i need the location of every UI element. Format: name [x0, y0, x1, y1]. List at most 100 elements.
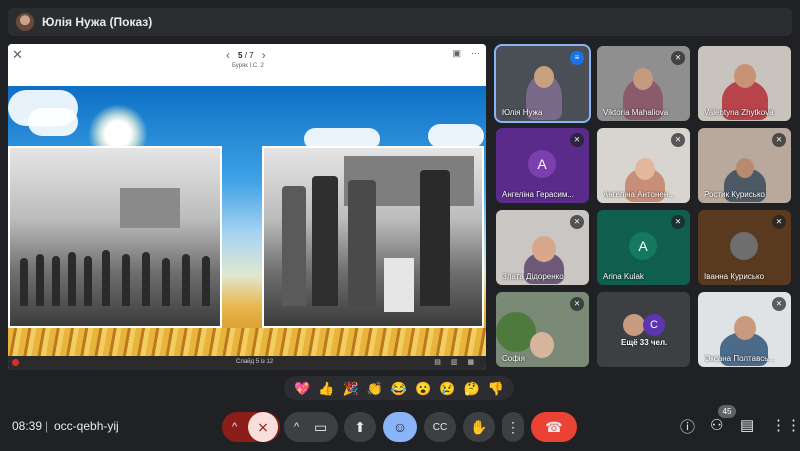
- participant-tile[interactable]: ⨯ Ростик Курисько: [698, 128, 791, 203]
- meet-window: Юлія Нужа (Показ) ✕ ‹ 5 / 7 › Буряк І.С.…: [0, 0, 800, 451]
- participant-name: Viktoria Mahaliova: [603, 108, 669, 117]
- presenter-avatar: [16, 13, 34, 31]
- reaction-thinking[interactable]: 🤔: [464, 382, 480, 395]
- layout-icon[interactable]: ▣: [452, 48, 461, 59]
- mic-off-icon: ⨯: [671, 133, 685, 147]
- harvester-shape: [120, 188, 180, 228]
- participant-tile[interactable]: Valentyna Zhytkova: [698, 46, 791, 121]
- participant-avatar: C: [643, 314, 665, 336]
- more-options-button[interactable]: ⋮: [502, 412, 524, 442]
- next-page-icon[interactable]: ›: [262, 48, 266, 62]
- page-navigator: ‹ 5 / 7 ›: [226, 48, 266, 62]
- mic-off-icon: ⨯: [671, 51, 685, 65]
- more-participants-tile[interactable]: C Ещё 33 чел.: [597, 292, 690, 367]
- reaction-surprised[interactable]: 😮: [415, 382, 431, 395]
- record-icon: [12, 359, 19, 366]
- raise-hand-button[interactable]: ✋: [463, 412, 495, 442]
- clock: 08:39: [12, 419, 43, 433]
- participant-name: Злата Дідоренко: [502, 272, 564, 281]
- mic-off-icon: ⨯: [772, 133, 786, 147]
- info-icon[interactable]: ⓘ: [680, 416, 695, 437]
- meeting-code: occ-qebh-yij: [54, 419, 119, 433]
- wheat-strip: [8, 328, 486, 356]
- historic-photo-left: [8, 146, 222, 328]
- page-indicator: 5 / 7: [238, 50, 254, 60]
- mic-off-icon: ⨯: [772, 215, 786, 229]
- participant-name: Ростик Курисько: [704, 190, 765, 199]
- participant-name: Іванна Курисько: [704, 272, 765, 281]
- speaking-icon: ≡: [570, 51, 584, 65]
- prev-page-icon[interactable]: ‹: [226, 48, 230, 62]
- participant-avatar: [623, 314, 645, 336]
- people-icon[interactable]: ⚇: [710, 416, 723, 434]
- reactions-bar: 💖 👍 🎉 👏 😂 😮 😢 🤔 👎: [284, 376, 514, 400]
- participant-name: Ангеліна Антонен...: [603, 190, 675, 199]
- more-vert-icon: ⋮: [506, 418, 520, 435]
- presentation-toolbar: ✕ ‹ 5 / 7 › Буряк І.С. 2 ▣ ⋯: [8, 44, 486, 82]
- view-tools[interactable]: ▤ ▥ ▦: [434, 358, 478, 366]
- more-options-icon[interactable]: ⋯: [471, 48, 480, 59]
- end-call-button[interactable]: ☎: [531, 412, 577, 442]
- end-call-icon: ☎: [545, 418, 563, 435]
- mic-off-icon: ⨯: [570, 215, 584, 229]
- emoji-icon: ☺: [392, 419, 408, 435]
- cloud-graphic: [28, 108, 78, 136]
- camera-icon[interactable]: ▭: [314, 419, 327, 436]
- participant-tile[interactable]: ⨯ Оксана Полтавсь...: [698, 292, 791, 367]
- hand-icon: ✋: [470, 418, 488, 435]
- mic-off-icon: ⨯: [671, 215, 685, 229]
- presenter-title: Юлія Нужа (Показ): [42, 15, 153, 29]
- close-icon[interactable]: ✕: [12, 47, 23, 63]
- chevron-up-icon[interactable]: ^: [294, 421, 299, 433]
- captions-icon: CC: [432, 421, 448, 433]
- reaction-sad[interactable]: 😢: [439, 382, 455, 395]
- reaction-thumbs-down[interactable]: 👎: [488, 382, 504, 395]
- reaction-thumbs-up[interactable]: 👍: [318, 382, 334, 395]
- participant-avatar: A: [528, 150, 556, 178]
- mic-off-icon: ⨯: [772, 297, 786, 311]
- captions-button[interactable]: CC: [424, 412, 456, 442]
- cloud-graphic: [428, 124, 484, 148]
- participant-name: Valentyna Zhytkova: [704, 108, 774, 117]
- footer-separator: |: [45, 419, 49, 433]
- participant-name: Оксана Полтавсь...: [704, 354, 776, 363]
- more-participants-label: Ещё 33 чел.: [621, 338, 668, 347]
- presentation-tools: ▣ ⋯: [452, 48, 480, 59]
- participant-avatar: [730, 232, 758, 260]
- participant-tile[interactable]: A ⨯ Arina Kulak: [597, 210, 690, 285]
- presentation-statusbar: Слайд 5 із 12 ▤ ▥ ▦: [8, 356, 486, 370]
- participant-avatar: A: [629, 232, 657, 260]
- participant-tile[interactable]: ⨯ Злата Дідоренко: [496, 210, 589, 285]
- presentation-subtitle: Буряк І.С. 2: [232, 63, 264, 69]
- chat-icon[interactable]: ▤: [740, 416, 754, 434]
- participant-count-badge: 45: [718, 405, 736, 418]
- participant-tile[interactable]: ⨯ Viktoria Mahaliova: [597, 46, 690, 121]
- present-icon: ⬆: [354, 418, 366, 435]
- mic-off-button[interactable]: ⨯: [248, 412, 278, 442]
- reaction-clap[interactable]: 👏: [367, 382, 383, 395]
- historic-photo-right: [262, 146, 484, 328]
- present-button[interactable]: ⬆: [344, 412, 376, 442]
- participant-name: Ангеліна Герасим...: [502, 190, 574, 199]
- participant-name: Юлія Нужа: [502, 108, 543, 117]
- camera-control-group: ^ ▭: [284, 412, 338, 442]
- presenter-bar: Юлія Нужа (Показ): [8, 8, 792, 36]
- participant-tile[interactable]: ≡ Юлія Нужа: [494, 44, 591, 123]
- slide-label: Слайд 5 із 12: [236, 359, 274, 365]
- participant-tile[interactable]: ⨯ Ангеліна Антонен...: [597, 128, 690, 203]
- emoji-button[interactable]: ☺: [383, 412, 417, 442]
- shared-presentation[interactable]: ✕ ‹ 5 / 7 › Буряк І.С. 2 ▣ ⋯ Слайд 5 із …: [8, 44, 486, 370]
- reaction-heart[interactable]: 💖: [294, 382, 310, 395]
- mic-off-icon: ⨯: [570, 297, 584, 311]
- participant-name: Arina Kulak: [603, 272, 644, 281]
- participant-tile[interactable]: ⨯ Іванна Курисько: [698, 210, 791, 285]
- participant-tile[interactable]: ⨯ Софія: [496, 292, 589, 367]
- chevron-up-icon[interactable]: ^: [232, 421, 237, 433]
- reaction-party[interactable]: 🎉: [342, 382, 358, 395]
- mic-off-icon: ⨯: [570, 133, 584, 147]
- reaction-laugh[interactable]: 😂: [391, 382, 407, 395]
- mic-off-icon: ⨯: [257, 418, 269, 435]
- participant-tile[interactable]: A ⨯ Ангеліна Герасим...: [496, 128, 589, 203]
- slide-canvas: [8, 86, 486, 356]
- activities-icon[interactable]: ⋮⋮: [771, 416, 800, 434]
